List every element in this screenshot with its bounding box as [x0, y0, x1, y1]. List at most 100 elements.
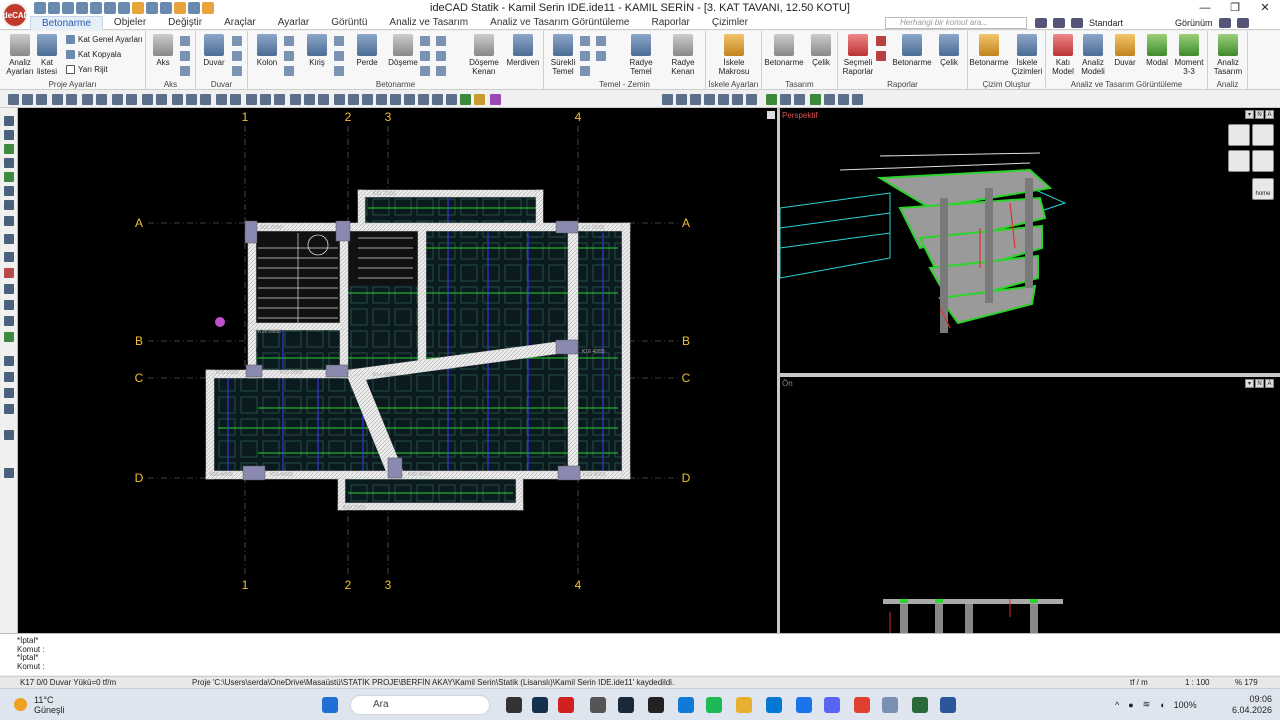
rapor-betonarme-button[interactable]: Betonarme — [890, 34, 934, 67]
check-icon[interactable] — [4, 268, 14, 278]
minimize-button[interactable]: — — [1190, 0, 1220, 16]
tab-betonarme[interactable]: Betonarme — [30, 15, 103, 30]
tab-degistir[interactable]: Değiştir — [157, 16, 213, 30]
nav-zoom-icon[interactable] — [1228, 150, 1250, 172]
rotate-icon[interactable] — [142, 94, 153, 105]
edge-icon[interactable] — [678, 697, 694, 713]
kat-kopyala-button[interactable]: Kat Kopyala — [66, 50, 121, 59]
dimension-icon[interactable] — [490, 94, 501, 105]
line-icon[interactable] — [362, 94, 373, 105]
cut-icon[interactable] — [4, 430, 14, 440]
nav-orbit-icon[interactable] — [1228, 124, 1250, 146]
radye-kenari-button[interactable]: Radye Kenarı — [664, 34, 702, 76]
zoom-prev-icon[interactable] — [66, 94, 77, 105]
front-view[interactable]: Ön ▾ N A — [780, 377, 1280, 633]
polyline-icon[interactable] — [376, 94, 387, 105]
kat-listesi-button[interactable]: Kat listesi — [30, 34, 64, 76]
microphone-icon[interactable]: ● — [1128, 700, 1133, 710]
kolon-button[interactable]: Kolon — [250, 34, 284, 67]
github-icon[interactable] — [648, 697, 664, 713]
window-layout-icon[interactable] — [1035, 18, 1047, 28]
view-3d-icon[interactable] — [718, 94, 729, 105]
slab-auto-icon[interactable] — [420, 66, 430, 76]
command-history[interactable]: *İptal* Komut : *İptal* Komut : — [0, 633, 1280, 675]
wall-window-icon[interactable] — [232, 66, 242, 76]
properties-panel-icon[interactable] — [4, 116, 14, 126]
tab-raporlar[interactable]: Raporlar — [640, 16, 700, 30]
view-toggle-icon[interactable] — [1218, 18, 1231, 28]
close-button[interactable]: ✕ — [1250, 0, 1280, 16]
chrome-icon[interactable] — [854, 697, 870, 713]
volume-icon[interactable]: ◖ — [1159, 700, 1164, 710]
image-icon[interactable] — [334, 94, 345, 105]
moment-button[interactable]: Moment 3-3 — [1170, 34, 1208, 76]
viewport-menu-icon-2[interactable]: ▾ — [1245, 379, 1254, 388]
line-panel-icon[interactable] — [4, 356, 14, 366]
radye-temel-button[interactable]: Radye Temel — [622, 34, 660, 76]
perde-button[interactable]: Perde — [350, 34, 384, 67]
offset-icon[interactable] — [216, 94, 227, 105]
chamfer-icon[interactable] — [274, 94, 285, 105]
photoshop-icon[interactable] — [532, 697, 548, 713]
taskbar-search[interactable]: Ara — [350, 695, 490, 715]
slab-grid-icon[interactable] — [420, 51, 430, 61]
viewport-max-icon[interactable]: A — [1265, 110, 1274, 119]
duvar-view-button[interactable]: Duvar — [1108, 34, 1142, 67]
hatch-icon[interactable] — [446, 94, 457, 105]
view-clip-icon[interactable] — [794, 94, 805, 105]
iskele-cizimleri-button[interactable]: İskele Çizimleri — [1008, 34, 1046, 76]
extend-icon[interactable] — [200, 94, 211, 105]
view-side-icon[interactable] — [690, 94, 701, 105]
walk-icon[interactable] — [4, 468, 14, 478]
doseme-kenari-button[interactable]: Döşeme Kenarı — [466, 34, 502, 76]
snap-panel-icon[interactable] — [4, 186, 14, 196]
status-scale[interactable]: 1 : 100 — [1185, 677, 1209, 688]
copy-tool-icon[interactable] — [126, 94, 137, 105]
distance-icon[interactable] — [4, 234, 14, 244]
spotify-icon[interactable] — [706, 697, 722, 713]
discord-icon[interactable] — [824, 697, 840, 713]
weather-widget[interactable]: 11°C Güneşli — [14, 695, 65, 715]
stretch-icon[interactable] — [246, 94, 257, 105]
command-search-input[interactable]: Herhangi bir komut ara... — [885, 17, 1027, 29]
view-front-icon[interactable] — [676, 94, 687, 105]
select-icon[interactable] — [82, 94, 93, 105]
report-print-icon[interactable] — [876, 51, 886, 61]
calculator-icon[interactable] — [912, 697, 928, 713]
iskele-makrosu-button[interactable]: İskele Makrosu — [714, 34, 754, 76]
steam-icon[interactable] — [618, 697, 634, 713]
rapor-celik-button[interactable]: Çelik — [932, 34, 966, 67]
view-layer-icon[interactable] — [766, 94, 777, 105]
command-prompt[interactable]: Komut : — [17, 662, 1263, 672]
footing-pile-icon[interactable] — [580, 51, 590, 61]
analiz-modeli-button[interactable]: Analiz Modeli — [1076, 34, 1110, 76]
acrobat-icon[interactable] — [558, 697, 574, 713]
tab-objeler[interactable]: Objeler — [103, 16, 157, 30]
tasarim-betonarme-button[interactable]: Betonarme — [764, 34, 804, 67]
idecad-taskbar-icon[interactable] — [882, 697, 898, 713]
view-render-icon[interactable] — [732, 94, 743, 105]
trim-icon[interactable] — [186, 94, 197, 105]
beam-edit-icon[interactable] — [334, 36, 344, 46]
object-tree-icon[interactable] — [4, 144, 14, 154]
footing-beam-icon[interactable] — [580, 66, 590, 76]
ellipse-icon[interactable] — [432, 94, 443, 105]
beam-split-icon[interactable] — [334, 66, 344, 76]
nav-pan-icon[interactable] — [1252, 124, 1274, 146]
footing-soil-icon[interactable] — [596, 51, 606, 61]
footing-edit-icon[interactable] — [580, 36, 590, 46]
snap-tool-icon[interactable] — [474, 94, 485, 105]
maximize-button[interactable]: ❐ — [1220, 0, 1250, 16]
column-copy-icon[interactable] — [284, 51, 294, 61]
nav-home-button[interactable]: home — [1252, 178, 1274, 200]
view-split-icon[interactable] — [838, 94, 849, 105]
explorer-icon[interactable] — [736, 697, 752, 713]
axis-move-icon[interactable] — [180, 51, 190, 61]
view-tile-icon[interactable] — [852, 94, 863, 105]
arc-icon[interactable] — [390, 94, 401, 105]
aks-button[interactable]: Aks — [146, 34, 180, 67]
style-icon[interactable] — [1071, 18, 1083, 28]
tray-arrow-icon[interactable]: ^ — [1115, 700, 1119, 710]
slab-rib-icon[interactable] — [436, 51, 446, 61]
modal-button[interactable]: Modal — [1140, 34, 1174, 67]
